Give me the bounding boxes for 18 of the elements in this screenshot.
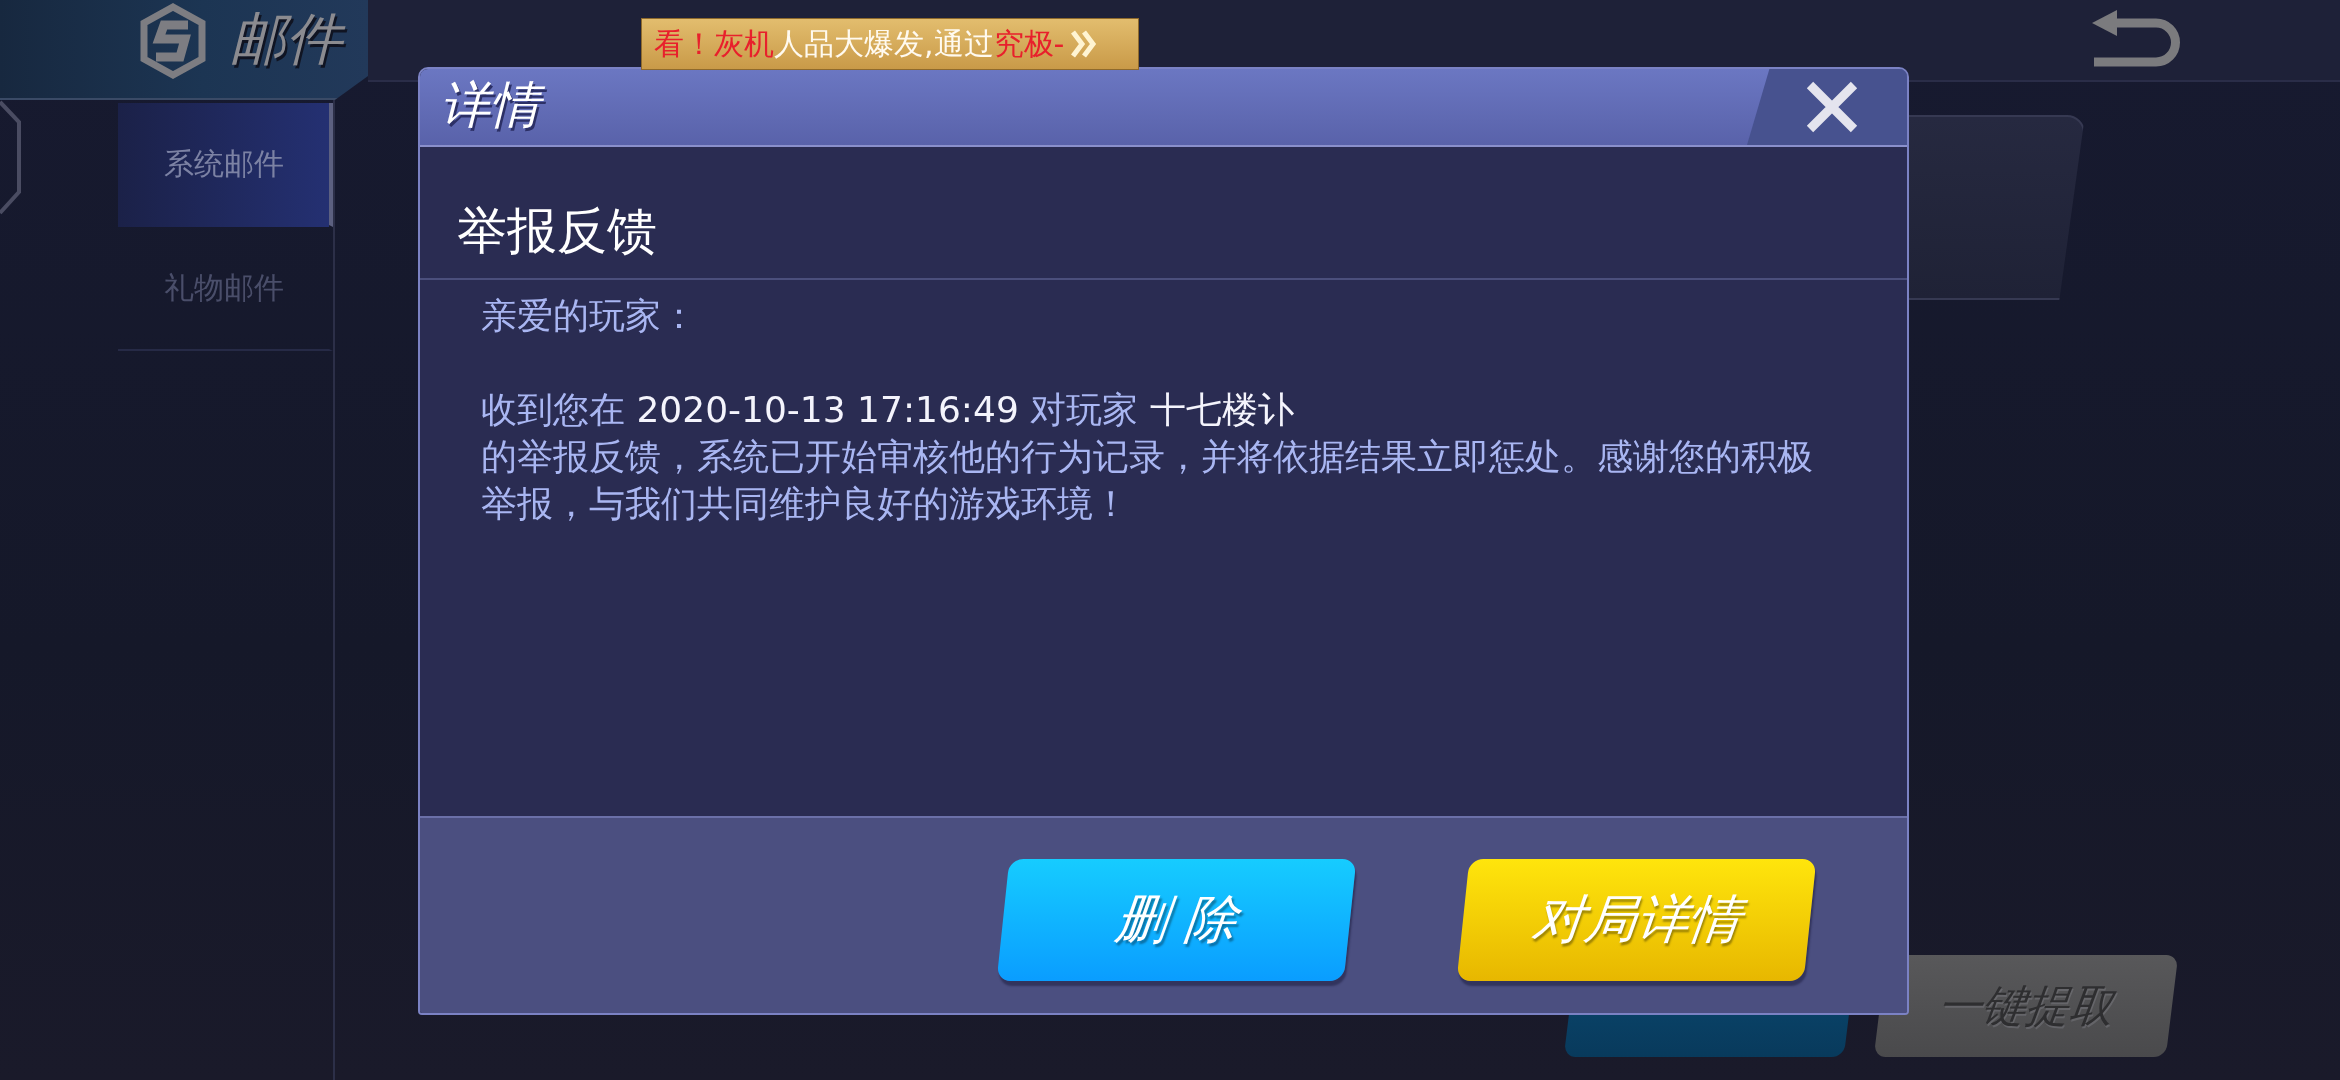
- close-button[interactable]: [1747, 69, 1907, 145]
- double-chevron-icon: [1070, 29, 1098, 59]
- match-details-button[interactable]: 对局详情: [1456, 858, 1817, 981]
- back-button[interactable]: [2092, 10, 2180, 68]
- close-icon: [1806, 81, 1858, 133]
- emblem-icon: [138, 3, 208, 79]
- hexagon-outline-icon: [0, 100, 22, 215]
- message-text: 收到您在 2020-10-13 17:16:49 对玩家 十七楼讣 的举报反馈，系统已开始审核他的行为记录，并将依据结果立即惩处。感谢您的积极 举报，与我们共同维护良好的游戏环境！: [481, 388, 1813, 526]
- sidebar-tab[interactable]: 礼物邮件: [118, 227, 333, 351]
- marquee-banner[interactable]: 看！灰机人品大爆发,通过究极-: [641, 18, 1139, 70]
- marquee-text: 看！灰机人品大爆发,通过究极-: [654, 29, 1065, 59]
- dialog-title: 详情: [440, 78, 550, 136]
- delete-button[interactable]: 删 除: [996, 858, 1357, 981]
- page-title: 邮件: [230, 9, 352, 73]
- greeting-text: 亲爱的玩家：: [481, 294, 697, 338]
- back-arrow-icon: [2092, 10, 2180, 68]
- mail-heading: 举报反馈: [457, 202, 657, 260]
- sidebar-tab[interactable]: 系统邮件: [118, 103, 333, 227]
